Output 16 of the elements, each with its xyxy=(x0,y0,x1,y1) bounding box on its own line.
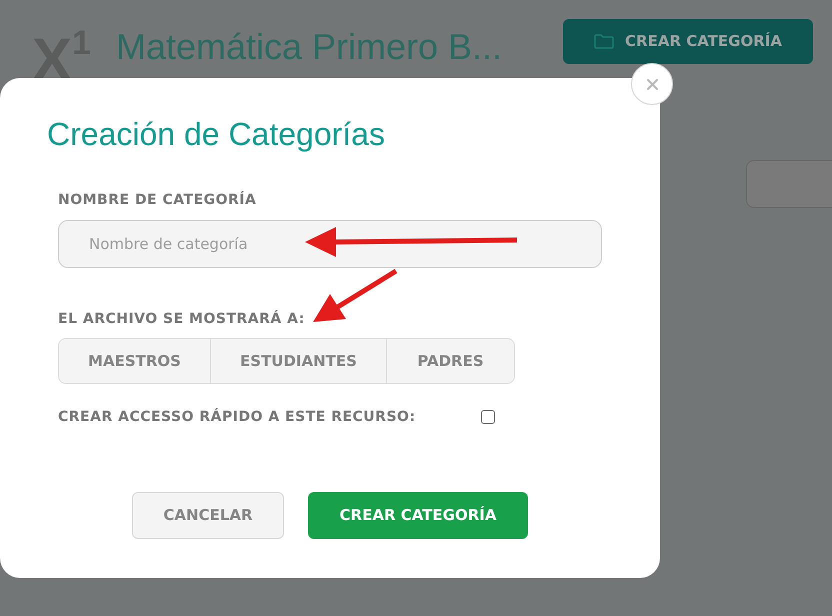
checkbox[interactable] xyxy=(481,410,495,424)
folder-icon xyxy=(594,34,614,49)
cancel-button[interactable]: CANCELAR xyxy=(132,492,284,539)
audience-toggle[interactable]: MAESTROS xyxy=(59,339,210,383)
create-category-button[interactable]: CREAR CATEGORÍA xyxy=(308,492,528,539)
audience-toggle[interactable]: PADRES xyxy=(386,339,514,383)
close-icon xyxy=(646,78,658,90)
category-name-input[interactable]: Nombre de categoría xyxy=(58,220,602,268)
course-title: Matemática Primero B... xyxy=(116,25,502,69)
field-label: NOMBRE DE CATEGORÍA xyxy=(58,190,256,210)
close-button[interactable] xyxy=(631,63,673,105)
dialog-title: Creación de Categorías xyxy=(47,115,386,153)
audience-toggle[interactable]: ESTUDIANTES xyxy=(210,339,386,383)
checkbox-label: CREAR ACCESSO RÁPIDO A ESTE RECURSO: xyxy=(58,407,416,427)
create-category-button[interactable]: CREAR CATEGORÍA xyxy=(563,19,813,64)
field-label: EL ARCHIVO SE MOSTRARÁ A: xyxy=(58,309,305,329)
